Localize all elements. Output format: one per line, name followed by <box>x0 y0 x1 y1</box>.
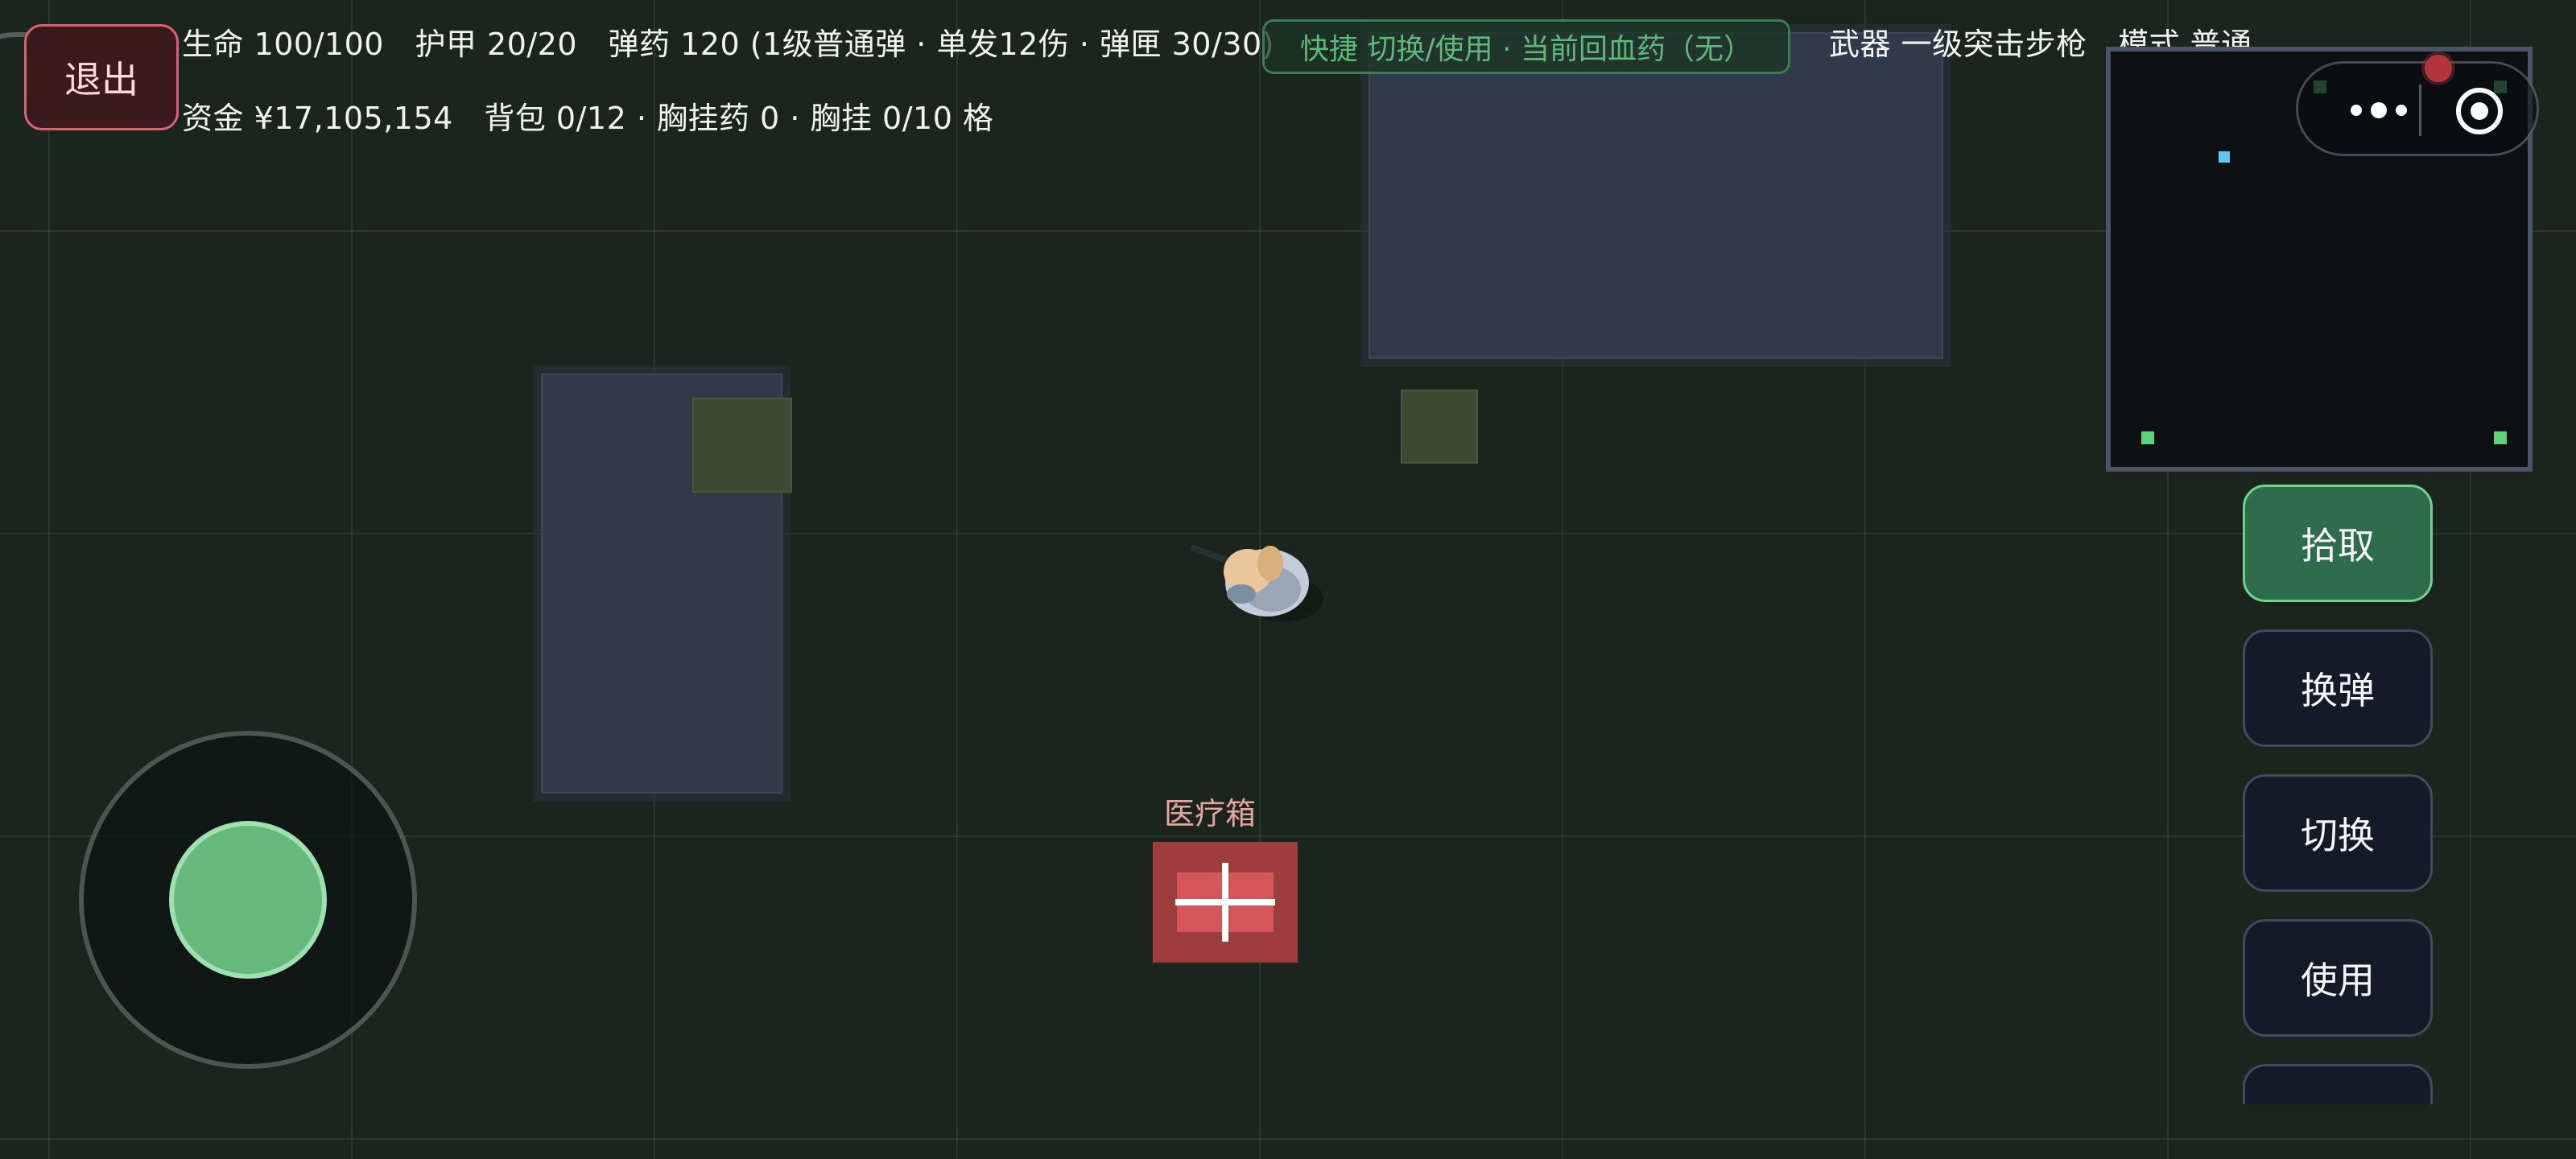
switch-button[interactable]: 切换 <box>2243 774 2433 892</box>
minimap-marker <box>2494 431 2507 444</box>
player-character <box>1183 515 1352 636</box>
exit-button[interactable]: 退出 <box>24 24 179 130</box>
capsule-divider <box>2419 85 2421 136</box>
joystick-knob[interactable] <box>169 821 327 979</box>
crate-left <box>692 398 792 493</box>
pickup-button[interactable]: 拾取 <box>2243 485 2433 602</box>
system-capsule <box>2296 61 2539 156</box>
building-top <box>1368 32 1943 359</box>
stats-line-2: 资金 ¥17,105,154 背包 0/12 · 胸挂药 0 · 胸挂 0/10… <box>182 101 994 136</box>
game-viewport[interactable]: 退出 生命 100/100 护甲 20/20 弹药 120 (1级普通弹 · 单… <box>0 0 2576 1159</box>
minimap-player-marker <box>2219 151 2230 163</box>
use-button[interactable]: 使用 <box>2243 919 2433 1037</box>
reload-button[interactable]: 换弹 <box>2243 629 2433 747</box>
target-icon[interactable] <box>2454 86 2504 136</box>
quick-slot-bar[interactable]: 快捷 切换/使用 · 当前回血药（无） <box>1262 19 1790 74</box>
crate-center <box>1401 390 1478 464</box>
minimap-marker <box>2141 431 2154 444</box>
medkit-label: 医疗箱 <box>1163 796 1256 831</box>
more-action-button[interactable] <box>2243 1064 2433 1104</box>
medkit-pickup[interactable] <box>1153 842 1298 963</box>
record-indicator-icon <box>2425 55 2452 82</box>
medical-cross-icon <box>1222 863 1228 942</box>
more-dots-icon[interactable] <box>2330 88 2427 133</box>
stats-line-1: 生命 100/100 护甲 20/20 弹药 120 (1级普通弹 · 单发12… <box>182 27 1274 62</box>
